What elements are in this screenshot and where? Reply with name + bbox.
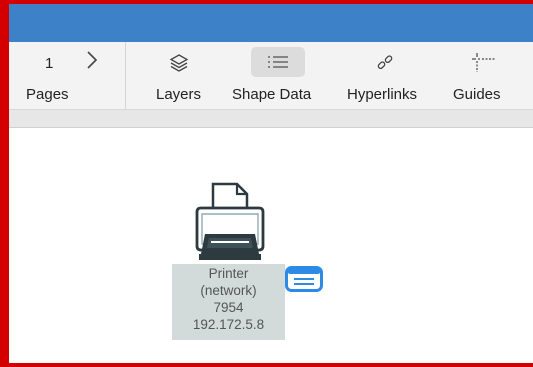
page-number: 1 <box>45 55 54 72</box>
pages-button-label[interactable]: Pages <box>26 86 69 103</box>
layers-icon[interactable] <box>168 52 190 74</box>
next-page-chevron-icon[interactable] <box>84 49 100 71</box>
toolbar-separator <box>125 42 126 109</box>
printer-shape-label[interactable]: Printer (network) 7954 192.172.5.8 <box>172 264 285 340</box>
shape-label-line2: (network) <box>200 283 257 298</box>
link-icon[interactable] <box>374 52 396 74</box>
shape-label-line4: 192.172.5.8 <box>192 317 265 332</box>
hyperlinks-button-label[interactable]: Hyperlinks <box>347 86 417 103</box>
shape-data-button-label[interactable]: Shape Data <box>232 86 311 103</box>
printer-icon[interactable] <box>185 182 275 268</box>
guides-icon[interactable] <box>470 52 496 74</box>
list-icon[interactable] <box>265 52 291 72</box>
layers-button-label[interactable]: Layers <box>156 86 201 103</box>
shape-data-badge-icon[interactable] <box>285 266 323 292</box>
window-titlebar <box>0 0 533 42</box>
shape-label-line3: 7954 <box>213 300 244 315</box>
toolbar-bottom-strip <box>0 110 533 128</box>
guides-button-label[interactable]: Guides <box>453 86 501 103</box>
shape-label-line1: Printer <box>208 266 249 281</box>
